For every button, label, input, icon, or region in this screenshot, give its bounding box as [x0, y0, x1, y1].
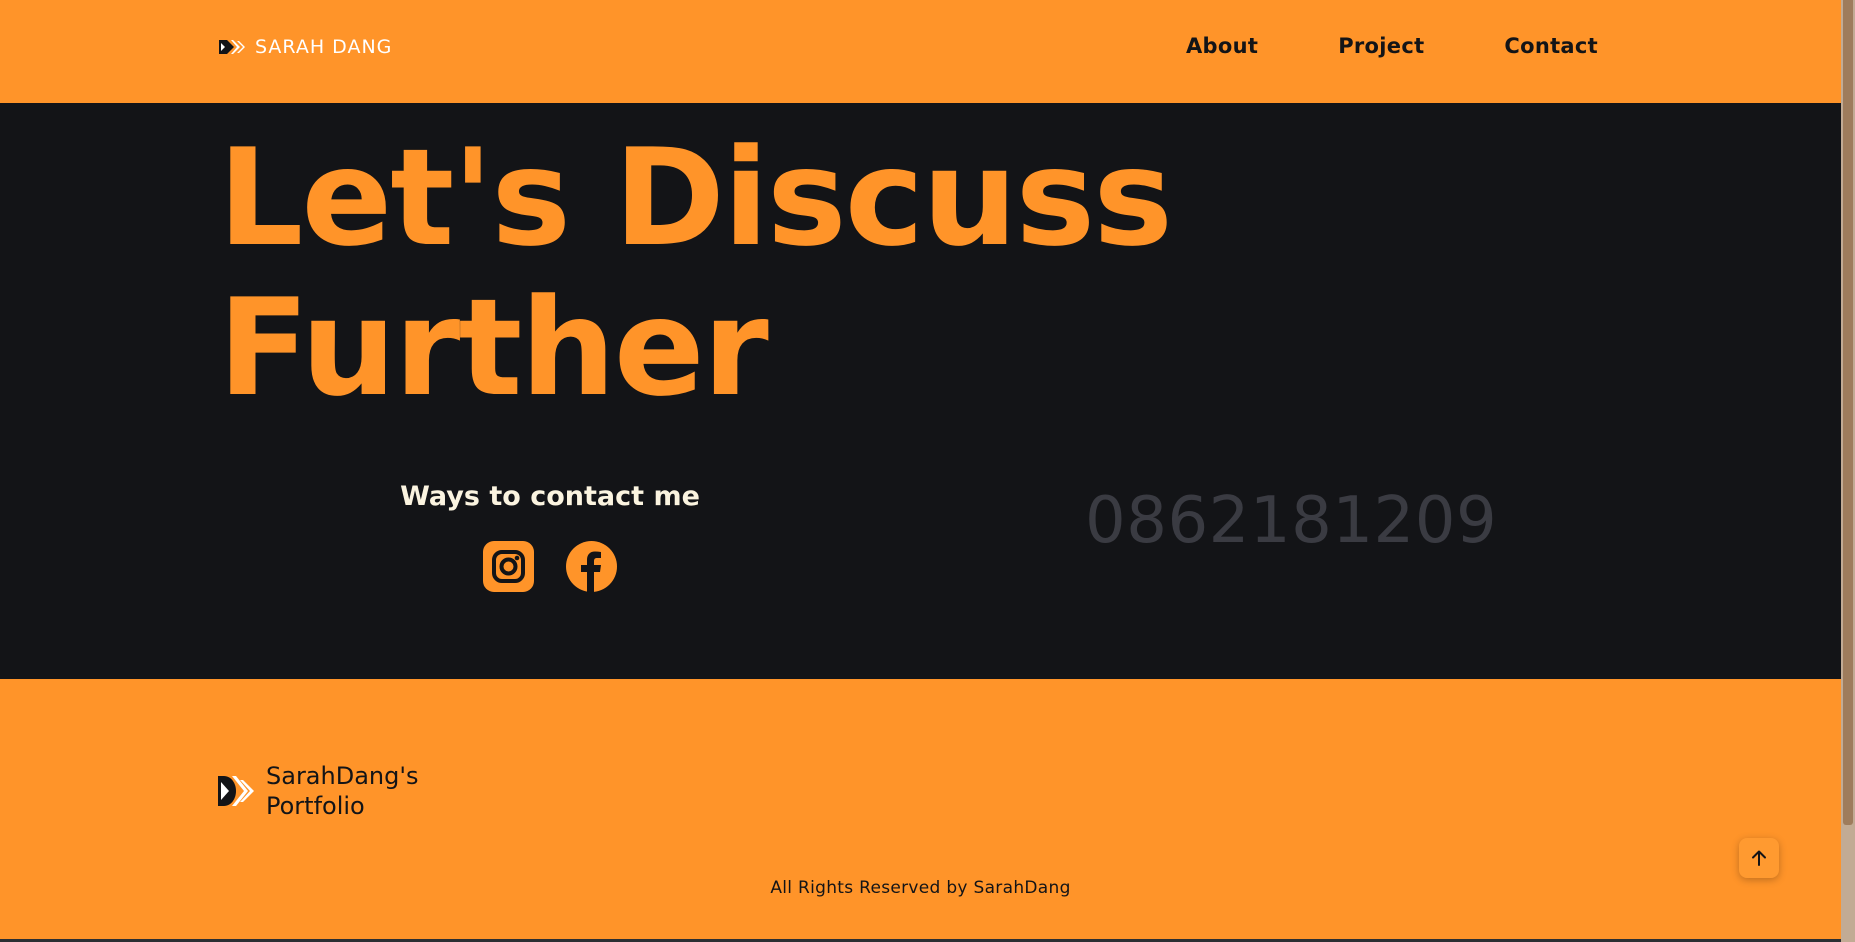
footer: SarahDang's Portfolio All Rights Reserve… [0, 679, 1841, 942]
instagram-icon [483, 541, 534, 592]
nav-contact-link[interactable]: Contact [1504, 34, 1598, 58]
headline-line-1: Let's Discuss [218, 120, 1173, 276]
page: SARAH DANG About Project Contact Let's D… [0, 0, 1855, 942]
copyright-text: All Rights Reserved by SarahDang [770, 878, 1071, 898]
arrow-logo-icon [219, 40, 245, 54]
footer-brand-text: SarahDang's Portfolio [266, 761, 418, 821]
back-to-top-button[interactable] [1739, 838, 1779, 878]
instagram-link[interactable] [483, 541, 534, 592]
facebook-link[interactable] [566, 541, 617, 592]
contact-methods-title: Ways to contact me [400, 481, 700, 512]
brand-name: SARAH DANG [255, 36, 393, 58]
footer-brand-line-2: Portfolio [266, 792, 365, 820]
footer-brand-line-1: SarahDang's [266, 762, 419, 790]
arrow-up-icon [1752, 850, 1766, 866]
contact-section: Let's Discuss Further Ways to contact me [0, 103, 1841, 679]
footer-brand: SarahDang's Portfolio [218, 761, 418, 821]
phone-number: 0862181209 [1085, 484, 1498, 558]
page-headline: Let's Discuss Further [218, 120, 1173, 426]
top-nav-bar: SARAH DANG About Project Contact [0, 0, 1841, 103]
facebook-icon [566, 541, 617, 592]
scrollbar-thumb[interactable] [1843, 0, 1853, 825]
headline-line-2: Further [218, 270, 769, 426]
brand-home-link[interactable]: SARAH DANG [218, 36, 392, 58]
main-nav: About Project Contact [1186, 34, 1598, 58]
nav-about-link[interactable]: About [1186, 34, 1258, 58]
nav-project-link[interactable]: Project [1338, 34, 1424, 58]
arrow-logo-icon [218, 776, 254, 806]
vertical-scrollbar[interactable] [1841, 0, 1855, 942]
social-links [483, 541, 617, 592]
